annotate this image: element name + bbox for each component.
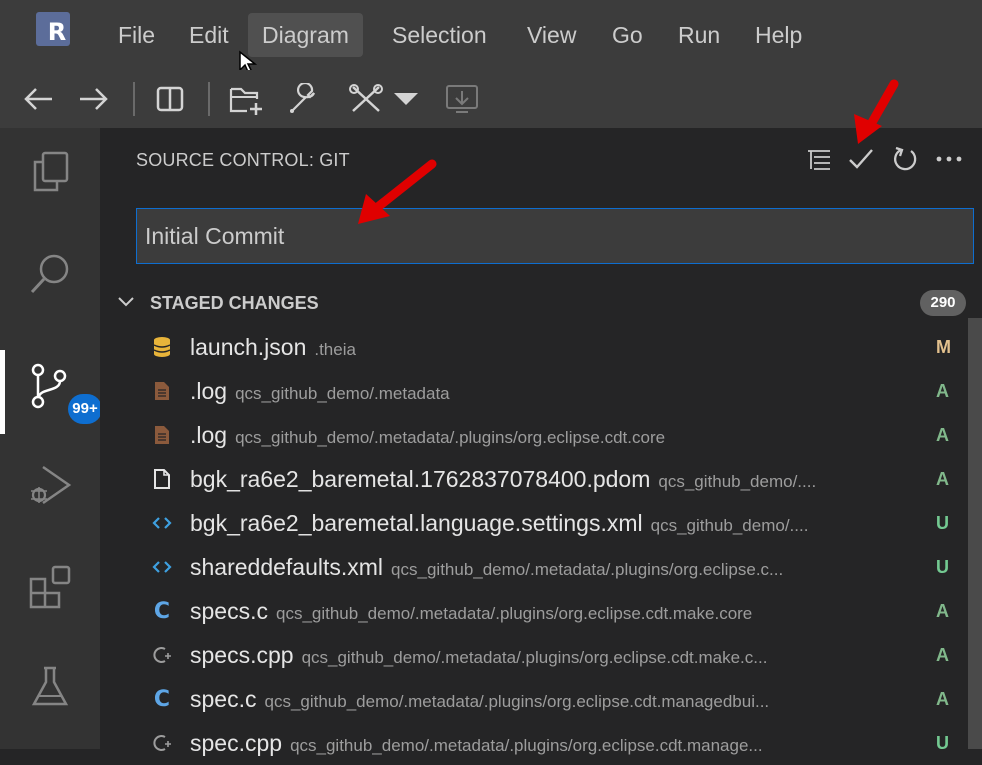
file-row[interactable]: Cspec.c qcs_github_demo/.metadata/.plugin…: [100, 677, 970, 721]
file-path: qcs_github_demo/....: [650, 516, 809, 535]
source-control-panel: SOURCE CONTROL: GIT STAGED CHANGES 290 l…: [100, 128, 982, 756]
menu-diagram[interactable]: Diagram: [248, 13, 363, 57]
file-row[interactable]: launch.json .theia M: [100, 325, 970, 369]
search-icon[interactable]: [18, 242, 82, 306]
cpp-file-icon: [150, 641, 174, 669]
menu-go[interactable]: Go: [598, 13, 657, 57]
count-badge: 290: [920, 290, 966, 316]
activity-bar: 99+: [0, 128, 102, 749]
database-icon: [150, 333, 174, 361]
c-file-icon: C: [153, 598, 171, 624]
file-path: qcs_github_demo/.metadata: [235, 384, 450, 403]
file-row[interactable]: .log qcs_github_demo/.metadata A: [100, 369, 970, 413]
file-name: specs.c: [190, 598, 268, 624]
log-file-icon: [150, 421, 174, 449]
menu-help[interactable]: Help: [741, 13, 816, 57]
c-file-icon: C: [153, 686, 171, 712]
file-row[interactable]: bgk_ra6e2_baremetal.1762837078400.pdom qc…: [100, 457, 970, 501]
file-status: A: [936, 425, 949, 445]
testing-flask-icon[interactable]: [18, 654, 82, 718]
file-status: U: [936, 513, 949, 533]
staged-changes-header[interactable]: STAGED CHANGES 290: [100, 286, 970, 320]
file-path: qcs_github_demo/.metadata/.plugins/org.e…: [301, 648, 768, 667]
xml-icon: [150, 509, 174, 537]
file-status: U: [936, 733, 949, 753]
file-name: bgk_ra6e2_baremetal.language.settings.xm…: [190, 510, 643, 536]
wrench-icon[interactable]: [282, 80, 324, 118]
file-name: .log: [190, 378, 228, 404]
menu-edit[interactable]: Edit: [175, 13, 243, 57]
monitor-download-icon[interactable]: [440, 80, 484, 118]
menu-view[interactable]: View: [513, 13, 590, 57]
view-as-tree-icon[interactable]: [802, 142, 836, 176]
split-editor-icon[interactable]: [150, 80, 190, 118]
forward-arrow-icon[interactable]: [74, 80, 114, 118]
section-title: STAGED CHANGES: [150, 293, 319, 313]
file-name: .log: [190, 422, 228, 448]
menu-run[interactable]: Run: [664, 13, 734, 57]
file-path: qcs_github_demo/.metadata/.plugins/org.e…: [391, 560, 784, 579]
back-arrow-icon[interactable]: [18, 80, 58, 118]
toolbar-separator: [208, 82, 210, 116]
file-row[interactable]: specs.cpp qcs_github_demo/.metadata/.plug…: [100, 633, 970, 677]
file-row[interactable]: Cspecs.c qcs_github_demo/.metadata/.plugi…: [100, 589, 970, 633]
scrollbar[interactable]: [968, 318, 982, 749]
log-file-icon: [150, 377, 174, 405]
file-path: qcs_github_demo/.metadata/.plugins/org.e…: [264, 692, 770, 711]
tools-icon[interactable]: [342, 80, 388, 118]
file-name: spec.c: [190, 686, 257, 712]
file-name: bgk_ra6e2_baremetal.1762837078400.pdom: [190, 466, 651, 492]
file-path: qcs_github_demo/.metadata/.plugins/org.e…: [275, 604, 753, 623]
file-status: A: [936, 645, 949, 665]
toolbar: [0, 70, 982, 128]
chevron-down-icon: [118, 297, 134, 307]
xml-icon: [150, 553, 174, 581]
chevron-down-icon[interactable]: [388, 80, 424, 118]
file-name: launch.json: [190, 334, 307, 360]
cpp-file-icon: [150, 729, 174, 757]
extensions-icon[interactable]: [18, 554, 82, 618]
file-name: specs.cpp: [190, 642, 294, 668]
app-logo: R: [36, 12, 70, 46]
file-status: A: [936, 689, 949, 709]
run-debug-icon[interactable]: [18, 454, 82, 518]
source-control-icon[interactable]: 99+: [18, 354, 102, 424]
menu-bar: R File Edit Diagram Selection View Go Ru…: [0, 0, 982, 76]
file-path: qcs_github_demo/.metadata/.plugins/org.e…: [235, 428, 666, 447]
new-folder-icon[interactable]: [224, 80, 268, 118]
file-path: .theia: [314, 340, 356, 359]
annotation-arrow: [358, 159, 437, 224]
file-status: A: [936, 381, 949, 401]
file-row[interactable]: bgk_ra6e2_baremetal.language.settings.xm…: [100, 501, 970, 545]
more-actions-icon[interactable]: [932, 142, 966, 176]
changes-badge: 99+: [68, 394, 102, 424]
file-name: spec.cpp: [190, 730, 283, 756]
menu-selection[interactable]: Selection: [378, 13, 501, 57]
file-row[interactable]: shareddefaults.xml qcs_github_demo/.metad…: [100, 545, 970, 589]
toolbar-separator: [133, 82, 135, 116]
file-status: M: [936, 337, 951, 357]
file-status: U: [936, 557, 949, 577]
file-path: qcs_github_demo/....: [658, 472, 817, 491]
menu-file[interactable]: File: [104, 13, 169, 57]
file-name: shareddefaults.xml: [190, 554, 384, 580]
file-status: A: [936, 469, 949, 489]
annotation-arrow: [854, 79, 899, 144]
explorer-icon[interactable]: [18, 140, 82, 204]
active-indicator: [0, 350, 5, 434]
file-row[interactable]: .log qcs_github_demo/.metadata/.plugins/o…: [100, 413, 970, 457]
file-icon: [150, 465, 174, 493]
file-path: qcs_github_demo/.metadata/.plugins/org.e…: [290, 736, 763, 755]
file-row[interactable]: spec.cpp qcs_github_demo/.metadata/.plugi…: [100, 721, 970, 765]
panel-title: SOURCE CONTROL: GIT: [136, 150, 350, 170]
file-status: A: [936, 601, 949, 621]
commit-message-input[interactable]: [136, 208, 974, 264]
